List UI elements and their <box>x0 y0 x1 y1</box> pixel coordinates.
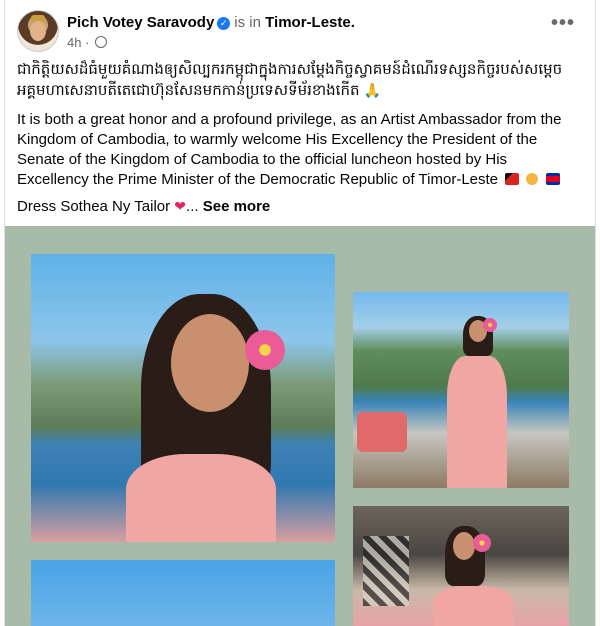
post-dress-credit: Dress Sothea Ny Tailor ❤... See more <box>17 196 581 217</box>
photo3-face <box>453 532 475 560</box>
flag-cambodia-icon <box>545 173 560 185</box>
photo3-wall-pattern <box>363 536 409 606</box>
post-header: Pich Votey Saravody ✓ is in Timor-Leste. 4… <box>17 10 583 56</box>
photo-indoor[interactable] <box>353 506 569 626</box>
post-meta: 4h · <box>67 34 108 52</box>
author-line: Pich Votey Saravody ✓ is in Timor-Leste. <box>67 13 355 33</box>
more-options-icon[interactable]: ••• <box>549 13 577 40</box>
photo-lakeside-full[interactable] <box>353 292 569 488</box>
post-english-text: It is both a great honor and a profound … <box>17 110 581 190</box>
dress-credit-text: Dress Sothea Ny Tailor <box>17 198 171 215</box>
photo-portrait-closeup[interactable] <box>31 254 335 542</box>
photo-dress <box>126 454 276 542</box>
photo-flower <box>245 330 285 370</box>
heart-emoji-icon: ❤ <box>174 198 187 214</box>
photo2-chairs <box>357 412 407 452</box>
photo3-flower <box>473 534 491 552</box>
khmer-paragraph: ជាកិត្តិយសដ៏ធំមួយគំណាងឲ្យសិល្បករកម្ពុជាក… <box>17 61 563 99</box>
pray-emoji-icon: 🙏 <box>363 82 382 98</box>
author-avatar[interactable] <box>17 10 59 52</box>
photo3-dress <box>433 586 513 626</box>
english-paragraph: It is both a great honor and a profound … <box>17 111 562 188</box>
flag-timor-leste-icon <box>505 173 520 185</box>
avatar-crown <box>31 15 45 21</box>
photo-gallery <box>5 226 595 626</box>
ellipsis: ... <box>186 198 199 215</box>
see-more-link[interactable]: See more <box>203 198 271 215</box>
is-in-text: is in <box>234 14 261 31</box>
verified-badge-icon: ✓ <box>217 17 231 30</box>
post-time[interactable]: 4h <box>67 35 81 50</box>
location-link[interactable]: Timor-Leste. <box>265 14 355 31</box>
facebook-post-card: Pich Votey Saravody ✓ is in Timor-Leste. 4… <box>4 0 596 626</box>
globe-icon <box>95 36 108 48</box>
post-khmer-text: ជាកិត្តិយសដ៏ធំមួយគំណាងឲ្យសិល្បករកម្ពុជាក… <box>17 60 581 102</box>
photo-sky[interactable] <box>31 560 335 626</box>
photo-face <box>171 314 249 412</box>
author-name[interactable]: Pich Votey Saravody <box>67 14 214 31</box>
photo2-dress <box>447 356 507 488</box>
avatar-face <box>30 21 46 41</box>
photo2-flower <box>483 318 497 332</box>
handshake-emoji-icon <box>526 173 539 185</box>
